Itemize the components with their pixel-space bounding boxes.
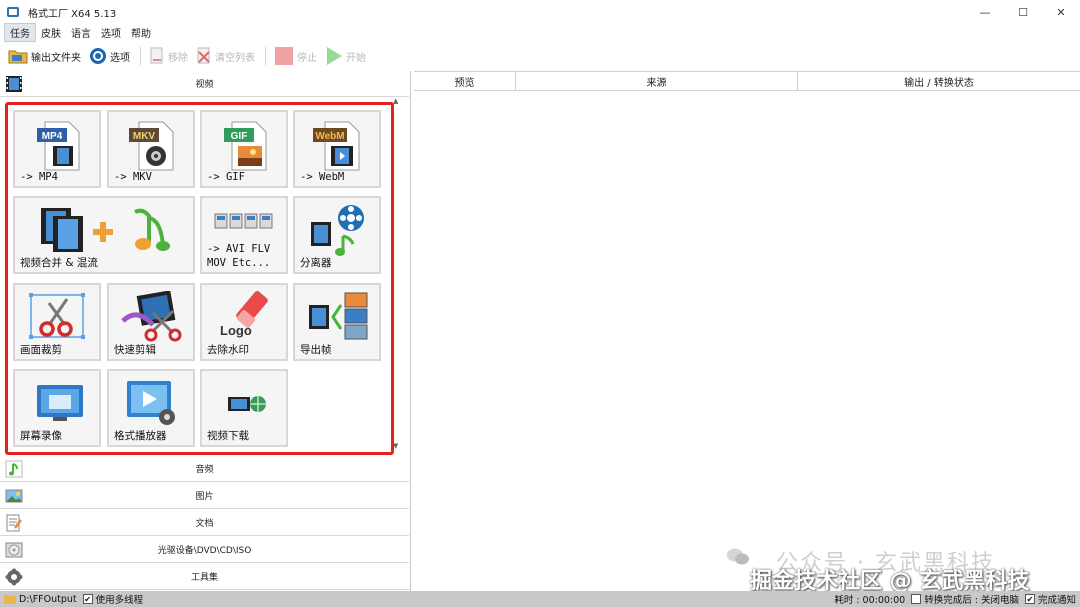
- stop-button[interactable]: 停止: [274, 45, 317, 67]
- menu-task[interactable]: 任务: [4, 23, 36, 42]
- menu-bar: 任务 皮肤 语言 选项 帮助: [4, 23, 156, 42]
- folder-small-icon: [4, 595, 16, 604]
- category-document[interactable]: 文档: [0, 510, 409, 536]
- notify-label: 完成通知: [1037, 595, 1076, 606]
- options-button[interactable]: 选项: [89, 45, 130, 67]
- category-audio[interactable]: 音频: [0, 456, 409, 482]
- category-tools-label: 工具集: [190, 573, 218, 583]
- app-icon: [7, 7, 19, 17]
- category-image[interactable]: 图片: [0, 483, 409, 509]
- multithread-label: 使用多线程: [95, 595, 144, 606]
- after-convert-label: 转换完成后 : 关闭电脑: [924, 595, 1019, 606]
- clear-list-button[interactable]: 清空列表: [196, 45, 255, 67]
- column-output-status[interactable]: 输出 / 转换状态: [798, 72, 1080, 91]
- stop-label: 停止: [297, 52, 317, 64]
- category-disc[interactable]: 光驱设备\DVD\CD\ISO: [0, 537, 409, 563]
- category-video[interactable]: 视频: [0, 71, 409, 97]
- category-video-label: 视频: [195, 80, 214, 90]
- remove-button[interactable]: 移除: [149, 45, 188, 67]
- gear-icon: [90, 48, 106, 64]
- category-document-label: 文档: [195, 519, 214, 529]
- clear-list-label: 清空列表: [215, 52, 255, 64]
- remove-label: 移除: [168, 52, 188, 64]
- stop-icon: [275, 47, 293, 65]
- task-list-panel: 预览 来源 输出 / 转换状态: [414, 71, 1080, 591]
- after-convert-checkbox[interactable]: [911, 594, 922, 604]
- output-path[interactable]: D:\FFOutput: [19, 594, 77, 605]
- menu-language[interactable]: 语言: [66, 24, 96, 41]
- folder-icon: [8, 50, 28, 64]
- start-button[interactable]: 开始: [325, 45, 366, 67]
- watermark: 公众号 · 玄武黑科技 掘金技术社区 @ 玄武黑科技: [726, 545, 1066, 594]
- menu-help[interactable]: 帮助: [126, 24, 156, 41]
- status-bar: D:\FFOutput ✔ 使用多线程 耗时 : 00:00:00 转换完成后 …: [0, 591, 1080, 607]
- window-controls: — ☐ ✕: [966, 0, 1080, 24]
- highlight-frame: [5, 102, 394, 455]
- column-source[interactable]: 来源: [516, 72, 798, 91]
- toolbar-separator: [140, 47, 141, 65]
- window-title: 格式工厂 X64 5.13: [28, 8, 117, 20]
- wechat-icon: [727, 548, 749, 565]
- category-image-label: 图片: [195, 492, 214, 502]
- output-folder-button[interactable]: 输出文件夹: [8, 45, 81, 67]
- elapsed-time: 耗时 : 00:00:00: [834, 595, 906, 606]
- menu-options[interactable]: 选项: [96, 24, 126, 41]
- category-disc-label: 光驱设备\DVD\CD\ISO: [157, 546, 252, 556]
- multithread-checkbox[interactable]: ✔: [82, 594, 93, 604]
- column-preview[interactable]: 预览: [414, 72, 516, 91]
- notify-checkbox[interactable]: ✔: [1024, 594, 1035, 604]
- start-label: 开始: [346, 52, 366, 64]
- minimize-button[interactable]: —: [966, 0, 1004, 24]
- close-button[interactable]: ✕: [1042, 0, 1080, 24]
- task-list-header: 预览 来源 输出 / 转换状态: [414, 71, 1080, 91]
- title-bar: 格式工厂 X64 5.13 — ☐ ✕: [0, 0, 1080, 24]
- category-tools[interactable]: 工具集: [0, 564, 409, 590]
- options-label: 选项: [110, 52, 130, 64]
- output-folder-label: 输出文件夹: [31, 52, 81, 64]
- clear-list-icon: [197, 47, 210, 64]
- play-icon: [327, 47, 342, 65]
- remove-icon: [150, 47, 163, 64]
- menu-skin[interactable]: 皮肤: [36, 24, 66, 41]
- maximize-button[interactable]: ☐: [1004, 0, 1042, 24]
- toolbar: 输出文件夹 选项 移除 清空列表 停止 开始: [0, 43, 1080, 69]
- toolbar-separator: [265, 47, 266, 65]
- category-audio-label: 音频: [195, 465, 214, 475]
